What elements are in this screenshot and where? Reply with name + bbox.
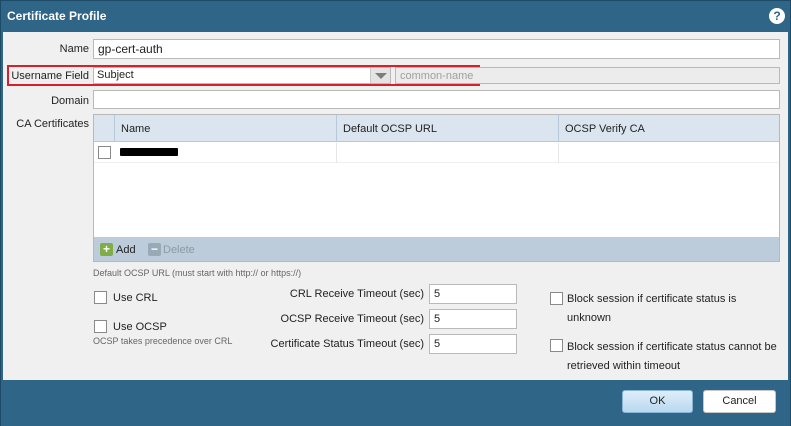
ocsp-timeout-input[interactable]: 5 xyxy=(429,309,517,329)
block-timeout-checkbox[interactable] xyxy=(550,339,563,352)
block-unknown-checkbox[interactable] xyxy=(550,292,563,305)
help-icon[interactable]: ? xyxy=(769,8,785,24)
delete-button: Delete xyxy=(163,244,195,256)
ca-certificates-grid: Name Default OCSP URL OCSP Verify CA + A… xyxy=(93,114,780,262)
block-unknown-label-line1[interactable]: Block session if certificate status is xyxy=(567,293,736,305)
delete-icon: − xyxy=(148,243,161,256)
dialog-body: Name gp-cert-auth Username Field Subject… xyxy=(3,32,788,380)
name-input[interactable]: gp-cert-auth xyxy=(93,39,780,59)
ocsp-url-hint: Default OCSP URL (must start with http:/… xyxy=(93,268,302,278)
name-label: Name xyxy=(59,43,89,55)
chevron-down-icon[interactable] xyxy=(370,68,390,83)
use-crl-label[interactable]: Use CRL xyxy=(113,292,158,304)
domain-input[interactable] xyxy=(93,90,780,109)
block-timeout-label-line2[interactable]: retrieved within timeout xyxy=(567,360,680,372)
username-subfield-input: common-name xyxy=(395,67,780,84)
username-field-selected-value: Subject xyxy=(97,69,134,81)
row-divider xyxy=(336,143,337,163)
dialog-titlebar: Certificate Profile ? xyxy=(1,1,790,31)
grid-header-ocsp-verify-ca[interactable]: OCSP Verify CA xyxy=(558,115,779,142)
use-ocsp-label[interactable]: Use OCSP xyxy=(113,321,167,333)
username-field-label: Username Field xyxy=(11,70,89,82)
use-crl-checkbox[interactable] xyxy=(94,291,107,304)
add-button[interactable]: Add xyxy=(116,244,136,256)
cancel-button[interactable]: Cancel xyxy=(703,390,776,413)
grid-header: Name Default OCSP URL OCSP Verify CA xyxy=(94,115,779,142)
username-field-select[interactable]: Subject xyxy=(93,67,391,84)
add-icon[interactable]: + xyxy=(100,243,113,256)
domain-label: Domain xyxy=(51,95,89,107)
crl-timeout-label: CRL Receive Timeout (sec) xyxy=(289,288,424,300)
ok-button[interactable]: OK xyxy=(622,390,693,413)
certificate-profile-dialog: Certificate Profile ? Name gp-cert-auth … xyxy=(0,0,791,426)
cert-status-timeout-input[interactable]: 5 xyxy=(429,334,517,354)
grid-header-name[interactable]: Name xyxy=(114,115,336,142)
grid-toolbar: + Add − Delete xyxy=(94,237,779,261)
block-timeout-label-line1[interactable]: Block session if certificate status cann… xyxy=(567,341,777,353)
grid-header-select xyxy=(94,115,114,142)
row-checkbox[interactable] xyxy=(98,146,111,159)
use-ocsp-checkbox[interactable] xyxy=(94,320,107,333)
redacted-certificate-name xyxy=(120,148,178,156)
cert-status-timeout-label: Certificate Status Timeout (sec) xyxy=(270,338,424,350)
ocsp-timeout-label: OCSP Receive Timeout (sec) xyxy=(280,313,424,325)
ocsp-precedence-hint: OCSP takes precedence over CRL xyxy=(93,336,233,346)
table-row[interactable] xyxy=(94,143,779,163)
grid-header-ocsp-url[interactable]: Default OCSP URL xyxy=(336,115,558,142)
dialog-title: Certificate Profile xyxy=(7,9,107,23)
block-unknown-label-line2[interactable]: unknown xyxy=(567,312,611,324)
crl-timeout-input[interactable]: 5 xyxy=(429,284,517,304)
ca-certificates-label: CA Certificates xyxy=(16,118,89,130)
row-divider xyxy=(558,143,559,163)
